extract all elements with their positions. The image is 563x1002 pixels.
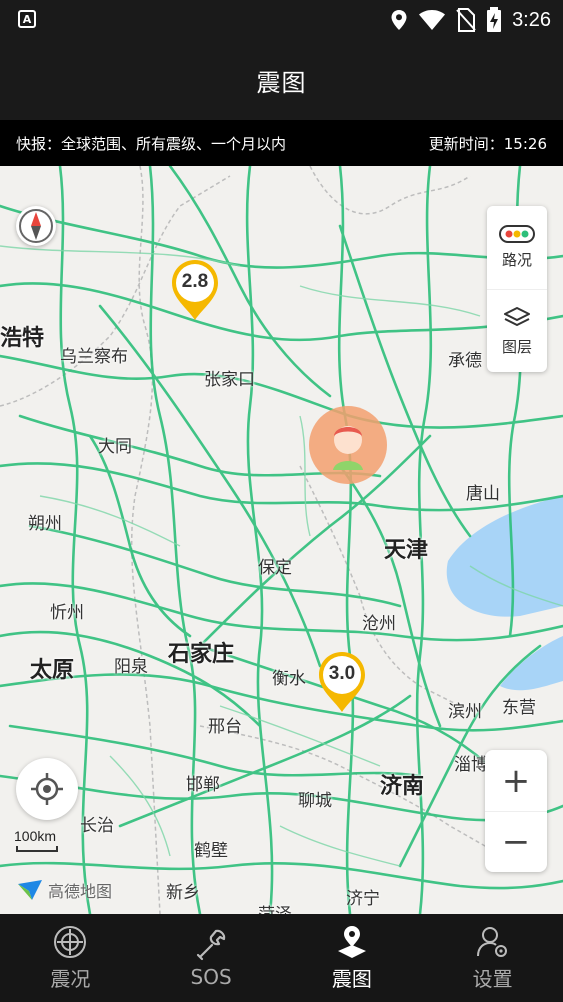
map-scale-label: 100km [14,828,57,844]
nav-item-quake-status[interactable]: 震况 [0,914,141,1002]
city-label: 石家庄 [168,642,235,667]
amap-logo: 高德地图 [16,878,112,902]
map-scale-bar [16,846,58,852]
city-label: 滨州 [448,702,482,722]
city-label: 邢台 [208,717,242,737]
city-label: 衡水 [272,669,306,689]
user-settings-icon [476,926,507,957]
locate-me-button[interactable] [16,758,78,820]
battery-charging-icon [487,7,502,32]
avatar-icon [333,426,363,470]
bulletin-filter-text: 快报：全球范围、所有震级、一个月以内 [16,134,287,153]
city-label: 朔州 [28,514,62,534]
city-label: 浩特 [0,326,45,351]
city-label: 阳泉 [114,657,148,677]
status-bar: A 3:26 [0,0,563,40]
city-label: 大同 [98,437,132,457]
map-base [0,166,563,914]
city-label: 济宁 [346,889,380,909]
zoom-control: + − [485,750,547,872]
map-tools-panel: 路况 图层 [487,206,547,372]
quake-magnitude: 2.8 [181,271,209,292]
layers-label: 图层 [501,337,532,356]
city-label: 长治 [80,816,114,836]
city-label: 张家口 [204,370,255,390]
quake-marker[interactable]: 2.8 [169,258,221,322]
map-pin-icon [337,925,366,958]
update-time-text: 更新时间：15:26 [428,134,547,153]
city-label: 东营 [502,698,536,718]
bottom-nav: 震况 SOS 震图 设置 [0,914,563,1002]
nav-label: 设置 [472,966,513,991]
amap-logo-icon [18,880,42,900]
city-label: 乌兰察布 [60,347,128,367]
quake-marker[interactable]: 3.0 [316,650,368,714]
notification-icon: A [18,10,36,28]
no-sim-icon [456,8,476,32]
zoom-in-button[interactable]: + [485,750,547,811]
city-label: 新乡 [166,883,200,903]
nav-item-sos[interactable]: SOS [141,914,282,1002]
nav-label: 震况 [50,966,91,991]
wifi-icon [419,10,446,30]
city-label: 沧州 [362,614,396,634]
nav-item-settings[interactable]: 设置 [422,914,563,1002]
zoom-out-button[interactable]: − [485,811,547,872]
city-label: 鹤壁 [194,841,228,861]
traffic-light-icon [499,225,535,243]
clock: 3:26 [512,8,551,31]
city-label: 唐山 [466,484,500,504]
amap-logo-text: 高德地图 [48,882,113,901]
location-icon [391,10,407,30]
city-label: 济南 [380,774,425,799]
layers-toggle[interactable]: 图层 [487,289,547,372]
city-label: 天津 [384,538,429,563]
city-label: 承德 [448,351,482,371]
user-location-marker[interactable] [309,406,387,484]
city-label: 聊城 [298,791,332,811]
city-label: 菏泽 [258,900,292,914]
nav-label: 震图 [331,966,372,991]
traffic-label: 路况 [501,251,532,269]
crosshair-icon [31,773,63,805]
quake-magnitude: 3.0 [328,663,356,684]
crosshair-circle-icon [54,925,87,958]
notification-glyph: A [22,12,32,26]
info-strip: 快报：全球范围、所有震级、一个月以内 更新时间：15:26 [0,120,563,166]
compass-button[interactable] [16,206,56,246]
app-bar: 震图 [0,40,563,120]
wrench-icon [197,929,226,961]
map-view[interactable]: 浩特 乌兰察布 张家口 承德 大同 唐山 朔州 天津 保定 沧州 忻州 石家庄 … [0,166,563,914]
compass-icon [19,209,53,243]
city-label: 淄博 [454,755,488,775]
status-icons: 3:26 [390,6,551,34]
traffic-toggle[interactable]: 路况 [487,206,547,289]
city-label: 太原 [30,658,75,683]
nav-item-quake-map[interactable]: 震图 [282,914,423,1002]
nav-label: SOS [190,965,232,989]
layers-icon [504,306,530,326]
city-label: 邯郸 [186,775,220,795]
page-title: 震图 [256,68,307,97]
city-label: 保定 [258,558,292,578]
city-label: 忻州 [50,603,84,623]
